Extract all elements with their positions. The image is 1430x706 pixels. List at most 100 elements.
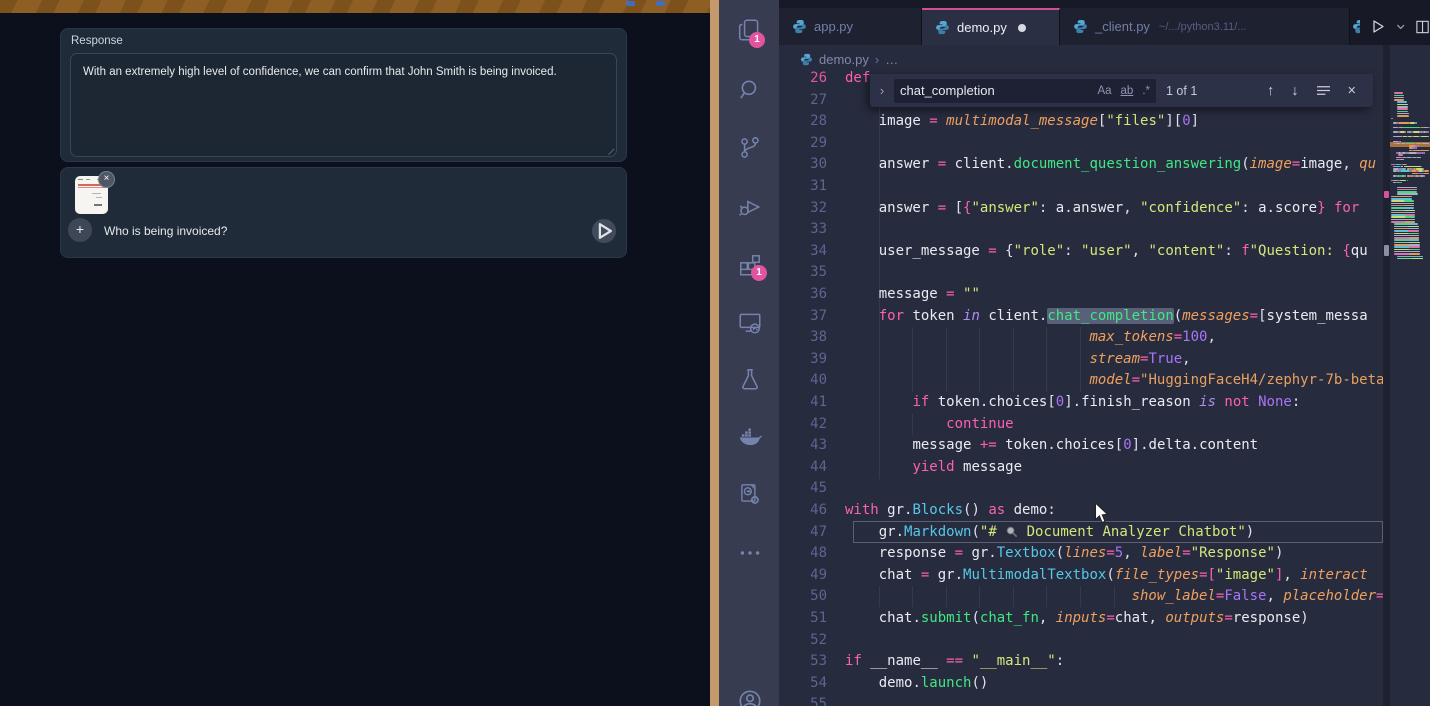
code-line[interactable]: 51 chat.submit(chat_fn, inputs=chat, out… <box>779 608 1383 630</box>
line-number: 38 <box>779 327 827 349</box>
minimap-row <box>1408 230 1419 232</box>
split-editor-button[interactable] <box>1415 19 1430 35</box>
minimap-row <box>1409 249 1420 251</box>
whole-word-toggle[interactable]: ab <box>1121 85 1134 97</box>
line-number: 45 <box>779 478 827 500</box>
send-icon <box>592 219 616 243</box>
minimap-row <box>1394 95 1404 97</box>
source-control-icon[interactable] <box>737 135 763 161</box>
line-number: 40 <box>779 370 827 392</box>
code-line[interactable]: 40 model="HuggingFaceH4/zephyr-7b-beta <box>779 370 1383 392</box>
testing-icon[interactable] <box>737 366 763 392</box>
code-line[interactable]: 50 show_label=False, placeholder= <box>779 586 1383 608</box>
code-line[interactable]: 30 answer = client.document_question_ans… <box>779 154 1383 176</box>
run-debug-icon[interactable] <box>737 194 763 220</box>
minimap[interactable] <box>1390 45 1430 706</box>
find-query[interactable]: chat_completion <box>900 83 1088 98</box>
code-line[interactable]: 33 <box>779 219 1383 241</box>
run-button[interactable] <box>1370 18 1386 35</box>
docker-icon[interactable] <box>737 424 763 450</box>
send-button[interactable] <box>592 219 616 243</box>
modified-dot-icon[interactable] <box>1018 24 1026 32</box>
account-icon[interactable] <box>737 688 763 706</box>
minimap-row <box>1424 175 1425 177</box>
code-line[interactable]: 29 <box>779 133 1383 155</box>
code-line[interactable]: 46with gr.Blocks() as demo: <box>779 500 1383 522</box>
minimap-row <box>1408 233 1419 235</box>
code-line[interactable]: 54 demo.launch() <box>779 673 1383 695</box>
toggle-replace-chevron-icon[interactable]: › <box>870 83 894 98</box>
code-line[interactable]: 48 response = gr.Textbox(lines=5, label=… <box>779 543 1383 565</box>
code-line[interactable]: 32 answer = [{"answer": a.answer, "confi… <box>779 198 1383 220</box>
code-line[interactable]: 45 <box>779 478 1383 500</box>
minimap-row <box>1403 127 1420 129</box>
add-file-button[interactable]: + <box>68 218 92 242</box>
tab-client-py[interactable]: _client.py ~/.../python3.11/... <box>1060 8 1350 45</box>
remove-attachment-button[interactable]: × <box>98 171 115 188</box>
line-number: 29 <box>779 133 827 155</box>
code-line[interactable]: 55 <box>779 694 1383 706</box>
line-number: 34 <box>779 241 827 263</box>
search-icon[interactable] <box>737 77 763 103</box>
code-line[interactable]: 42 continue <box>779 414 1383 436</box>
line-number: 46 <box>779 500 827 522</box>
find-prev-button[interactable]: ↑ <box>1267 83 1274 99</box>
code-line[interactable]: 41 if token.choices[0].finish_reason is … <box>779 392 1383 414</box>
response-card: Response With an extremely high level of… <box>60 28 627 162</box>
response-textarea[interactable]: With an extremely high level of confiden… <box>70 53 617 157</box>
code-line[interactable]: 37 for token in client.chat_completion(m… <box>779 306 1383 328</box>
code-line[interactable]: 38 max_tokens=100, <box>779 327 1383 349</box>
code-line[interactable]: 39 stream=True, <box>779 349 1383 371</box>
code-line[interactable]: 53if __name__ == "__main__": <box>779 651 1383 673</box>
remote-explorer-icon[interactable] <box>737 310 763 336</box>
find-result-count: 1 of 1 <box>1166 84 1250 98</box>
minimap-row <box>1406 164 1407 166</box>
breadcrumb-file[interactable]: demo.py <box>819 52 869 67</box>
chat-message-input[interactable]: Who is being invoiced? <box>104 224 227 238</box>
line-number: 43 <box>779 435 827 457</box>
tab-label: _client.py <box>1095 19 1150 34</box>
code-line[interactable]: 34 user_message = {"role": "user", "cont… <box>779 241 1383 263</box>
extensions-badge: 1 <box>751 265 767 281</box>
breadcrumb[interactable]: demo.py › … <box>800 52 898 67</box>
tab-label: app.py <box>814 19 853 34</box>
minimap-row <box>1416 147 1417 149</box>
find-close-button[interactable]: × <box>1348 83 1356 99</box>
regex-toggle[interactable]: .* <box>1142 85 1150 97</box>
minimap-row <box>1405 210 1415 212</box>
code-line[interactable]: 28 image = multimodal_message["files"][0… <box>779 111 1383 133</box>
tab-demo-py[interactable]: demo.py <box>922 8 1060 45</box>
minimap-row <box>1394 92 1403 94</box>
more-icon[interactable] <box>737 540 763 566</box>
tab-app-py[interactable]: app.py <box>779 8 922 45</box>
python-file-icon <box>1073 19 1088 34</box>
find-in-selection-button[interactable] <box>1316 84 1331 97</box>
match-case-toggle[interactable]: Aa <box>1097 85 1111 97</box>
code-line[interactable]: 49 chat = gr.MultimodalTextbox(file_type… <box>779 565 1383 587</box>
code-line[interactable]: 52 <box>779 630 1383 652</box>
line-number: 28 <box>779 111 827 133</box>
code-line[interactable]: 36 message = "" <box>779 284 1383 306</box>
python-file-icon <box>935 20 950 35</box>
breadcrumb-more[interactable]: … <box>885 52 898 67</box>
run-dropdown-chevron-icon[interactable] <box>1396 22 1405 32</box>
line-number: 32 <box>779 198 827 220</box>
minimap-row <box>1428 136 1429 138</box>
browser-titlebar <box>0 0 710 13</box>
minimap-row <box>1404 200 1414 202</box>
editor-actions <box>1352 8 1430 45</box>
minimap-row <box>1407 180 1408 182</box>
container-tools-icon[interactable] <box>737 481 763 507</box>
clipped-tab-icon <box>1352 19 1360 35</box>
resize-handle[interactable] <box>602 143 614 155</box>
code-line[interactable]: 35 <box>779 262 1383 284</box>
find-next-button[interactable]: ↓ <box>1291 83 1298 99</box>
find-input[interactable]: chat_completion Aa ab .* <box>894 79 1156 103</box>
minimap-row <box>1405 207 1415 209</box>
code-line[interactable]: 44 yield message <box>779 457 1383 479</box>
code-line[interactable]: 31 <box>779 176 1383 198</box>
code-line[interactable]: 43 message += token.choices[0].delta.con… <box>779 435 1383 457</box>
minimap-row <box>1391 118 1393 120</box>
line-number: 54 <box>779 673 827 695</box>
window-divider[interactable] <box>710 0 719 706</box>
